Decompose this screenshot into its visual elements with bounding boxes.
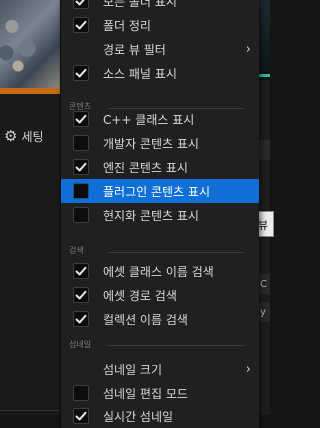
checkbox-unchecked[interactable] — [73, 385, 89, 401]
checkbox-checked[interactable] — [73, 287, 89, 303]
settings-label: 세팅 — [21, 129, 44, 144]
menu-item-label: 엔진 콘텐츠 표시 — [103, 160, 188, 175]
divider — [0, 410, 60, 411]
checkmark-icon — [75, 290, 87, 300]
checkmark-icon — [75, 20, 87, 30]
menu-submenu-item[interactable]: 경로 뷰 필터 › — [61, 37, 259, 61]
menu-submenu-item[interactable]: 섬네일 크기 › — [61, 357, 259, 381]
checkbox-checked[interactable] — [73, 0, 89, 9]
menu-item-label: 실시간 섬네일 — [103, 409, 174, 424]
checkbox-checked[interactable] — [73, 263, 89, 279]
right-panel-row[interactable] — [258, 140, 270, 160]
checkbox-checked[interactable] — [73, 17, 89, 33]
menu-section-header: 검색 — [69, 246, 84, 255]
menu-toggle-item[interactable]: 엔진 콘텐츠 표시 — [61, 155, 259, 179]
menu-item-label: 개발자 콘텐츠 표시 — [103, 136, 199, 151]
menu-item-label: 플러그인 콘텐츠 표시 — [103, 184, 210, 199]
checkmark-icon — [75, 68, 87, 78]
menu-item-label: 현지화 콘텐츠 표시 — [103, 208, 199, 223]
checkbox-checked[interactable] — [73, 65, 89, 81]
menu-toggle-item[interactable]: 플러그인 콘텐츠 표시 — [61, 179, 259, 203]
menu-item-label: 경로 뷰 필터 — [103, 42, 166, 57]
menu-toggle-item[interactable]: 소스 패널 표시 — [61, 61, 259, 85]
checkmark-icon — [75, 162, 87, 172]
menu-item-label: 섬네일 편집 모드 — [103, 386, 188, 401]
menu-item-label: 폴더 정리 — [103, 18, 151, 33]
checkmark-icon — [75, 411, 87, 421]
chevron-right-icon: › — [245, 361, 251, 377]
menu-separator — [107, 252, 245, 253]
view-options-menu: 모든 폴더 표시 폴더 정리 경로 뷰 필터 › 소스 패널 표시 콘텐츠 C++ 클래스 … — [60, 0, 259, 428]
checkmark-icon — [75, 0, 85, 6]
menu-item-label: 컬렉션 이름 검색 — [103, 312, 188, 327]
checkbox-unchecked[interactable] — [73, 183, 89, 199]
menu-separator — [107, 345, 245, 346]
chevron-right-icon: › — [245, 41, 251, 57]
right-panel-text: C — [260, 279, 267, 290]
checkbox-unchecked[interactable] — [73, 135, 89, 151]
checkmark-icon — [75, 266, 87, 276]
viewport-preview — [258, 0, 270, 80]
checkbox-unchecked[interactable] — [73, 207, 89, 223]
menu-toggle-item[interactable]: 폴더 정리 — [61, 13, 259, 37]
menu-item-label: 섬네일 크기 — [103, 362, 163, 377]
menu-toggle-item[interactable]: 개발자 콘텐츠 표시 — [61, 131, 259, 155]
menu-item-label: 소스 패널 표시 — [103, 66, 177, 81]
menu-toggle-item[interactable]: C++ 클래스 표시 — [61, 107, 259, 131]
settings-button[interactable]: ⚙ 세팅 — [0, 120, 60, 152]
menu-toggle-item[interactable]: 모든 폴더 표시 — [61, 0, 259, 13]
menu-toggle-item[interactable]: 컬렉션 이름 검색 — [61, 307, 259, 331]
right-panel-text: y l — [260, 307, 270, 318]
gear-icon: ⚙ — [4, 127, 18, 145]
menu-toggle-item[interactable]: 섬네일 편집 모드 — [61, 381, 259, 405]
menu-section-header: 섬네일 — [69, 340, 92, 349]
menu-toggle-item[interactable]: 에셋 클래스 이름 검색 — [61, 259, 259, 283]
checkmark-icon — [75, 314, 87, 324]
menu-item-label: 모든 폴더 표시 — [103, 0, 177, 9]
menu-toggle-item[interactable]: 현지화 콘텐츠 표시 — [61, 203, 259, 227]
checkbox-checked[interactable] — [73, 408, 89, 424]
checkbox-checked[interactable] — [73, 159, 89, 175]
menu-item-label: 에셋 클래스 이름 검색 — [103, 264, 214, 279]
checkbox-checked[interactable] — [73, 311, 89, 327]
accent-bar — [258, 74, 270, 77]
checkbox-checked[interactable] — [73, 111, 89, 127]
menu-toggle-item[interactable]: 실시간 섬네일 — [61, 404, 259, 428]
menu-item-label: C++ 클래스 표시 — [103, 112, 195, 127]
checkmark-icon — [75, 114, 87, 124]
asset-thumbnail[interactable] — [0, 0, 60, 88]
menu-item-label: 에셋 경로 검색 — [103, 288, 177, 303]
menu-toggle-item[interactable]: 에셋 경로 검색 — [61, 283, 259, 307]
